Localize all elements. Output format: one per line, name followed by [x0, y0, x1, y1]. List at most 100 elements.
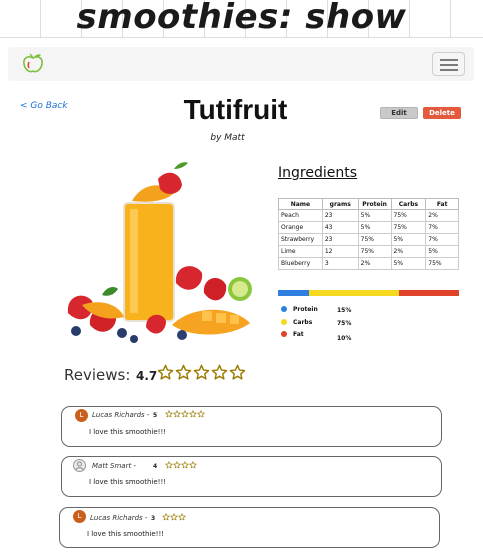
avatar — [73, 459, 86, 472]
table-cell: 43 — [321, 221, 359, 234]
average-rating-stars — [157, 364, 246, 384]
star-icon — [173, 461, 181, 469]
table-cell: 12 — [321, 245, 359, 258]
user-icon — [75, 461, 84, 471]
column-header: Protein — [357, 198, 392, 210]
review-score: 4 — [153, 463, 158, 470]
table-cell: 5% — [425, 245, 459, 258]
table-cell: 3 — [321, 257, 359, 270]
reviewer-name: Lucas Richards - — [90, 514, 148, 522]
star-icon — [189, 410, 197, 418]
table-row: Blueberry 3 2% 5% 75% — [278, 257, 459, 270]
table-row: Lime 12 75% 2% 5% — [278, 245, 459, 258]
review-card: Matt Smart - 4 I love this smoothie!!! — [61, 456, 442, 497]
column-header: Name — [278, 198, 323, 210]
table-cell: 23 — [321, 209, 359, 222]
review-stars — [162, 513, 186, 521]
table-row: Orange 43 5% 75% 7% — [278, 221, 459, 234]
star-icon — [173, 410, 181, 418]
legend-label: Carbs — [293, 318, 313, 326]
star-icon — [165, 410, 173, 418]
table-cell: 75% — [357, 245, 392, 258]
star-icon — [181, 410, 189, 418]
review-text: I love this smoothie!!! — [89, 478, 167, 486]
table-cell: 75% — [425, 257, 459, 270]
star-icon — [229, 364, 246, 380]
review-text: I love this smoothie!!! — [87, 530, 165, 538]
smoothie-photo — [62, 155, 254, 347]
column-header: grams — [321, 198, 359, 210]
column-header: Fat — [425, 198, 459, 210]
star-icon — [193, 364, 210, 380]
column-header: Carbs — [390, 198, 427, 210]
star-icon — [197, 410, 205, 418]
table-cell: 2% — [390, 245, 427, 258]
hamburger-icon — [440, 59, 458, 61]
legend-label: Protein — [293, 306, 318, 313]
navbar — [8, 47, 474, 81]
table-cell: Lime — [278, 245, 323, 258]
table-cell: 23 — [321, 233, 359, 246]
legend-dot — [281, 306, 287, 312]
star-icon — [165, 461, 173, 469]
table-cell: 75% — [357, 233, 392, 246]
review-card: L Lucas Richards - 3 I love this smoothi… — [59, 507, 440, 548]
legend-dot — [281, 331, 287, 337]
apple-icon[interactable] — [20, 53, 46, 75]
star-icon — [189, 461, 197, 469]
table-cell: 2% — [357, 257, 392, 270]
table-cell: Peach — [278, 209, 323, 222]
macro-bar-segment-protein — [278, 290, 309, 296]
table-cell: Orange — [278, 221, 323, 234]
table-cell: 2% — [425, 209, 459, 222]
table-cell: 5% — [390, 257, 427, 270]
edit-button[interactable]: Edit — [380, 107, 418, 119]
legend-value: 15% — [337, 307, 352, 314]
avatar: L — [75, 409, 88, 422]
table-header-row: Name grams Protein Carbs Fat — [278, 198, 459, 210]
reviewer-name: Lucas Richards - — [92, 411, 150, 419]
star-icon — [211, 364, 228, 380]
review-score: 5 — [153, 412, 158, 419]
table-cell: 5% — [357, 221, 392, 234]
table-cell: 5% — [390, 233, 427, 246]
table-cell: Blueberry — [278, 257, 323, 270]
review-card: L Lucas Richards - 5 I love this smoothi… — [61, 406, 442, 447]
table-cell: 7% — [425, 221, 459, 234]
star-icon — [175, 364, 192, 380]
legend-value: 10% — [337, 335, 352, 342]
review-text: I love this smoothie!!! — [89, 428, 167, 436]
legend-label: Fat — [293, 331, 304, 338]
legend-value: 75% — [337, 319, 352, 327]
ingredients-table: Name grams Protein Carbs Fat Peach 23 5%… — [278, 198, 459, 270]
review-score: 3 — [151, 515, 156, 522]
star-icon — [181, 461, 189, 469]
reviews-label: Reviews: — [64, 366, 131, 384]
table-cell: 7% — [425, 233, 459, 246]
star-icon — [157, 364, 174, 380]
table-row: Strawberry 23 75% 5% 7% — [278, 233, 459, 246]
header-banner: smoothies: show — [0, 0, 483, 38]
avatar: L — [73, 510, 86, 523]
star-icon — [162, 513, 170, 521]
table-cell: 75% — [390, 209, 427, 222]
review-stars — [165, 461, 197, 469]
table-row: Peach 23 5% 75% 2% — [278, 209, 459, 222]
legend-dot — [281, 318, 287, 325]
reviews-average: 4.7 — [136, 369, 158, 383]
star-icon — [170, 513, 178, 521]
table-cell: 75% — [390, 221, 427, 234]
page-banner-title: smoothies: show — [76, 0, 407, 37]
macro-bar-segment-carbs — [308, 290, 400, 296]
author-byline: by Matt — [210, 133, 245, 143]
review-stars — [165, 410, 205, 418]
delete-button[interactable]: Delete — [423, 107, 461, 119]
macro-distribution-bar — [278, 290, 459, 296]
table-cell: 5% — [357, 209, 392, 222]
navbar-toggle-button[interactable] — [432, 52, 465, 76]
reviewer-name: Matt Smart - — [92, 462, 136, 470]
macro-bar-segment-fat — [399, 290, 459, 296]
ingredients-heading: Ingredients — [278, 165, 357, 181]
star-icon — [178, 513, 186, 521]
table-cell: Strawberry — [278, 233, 323, 246]
